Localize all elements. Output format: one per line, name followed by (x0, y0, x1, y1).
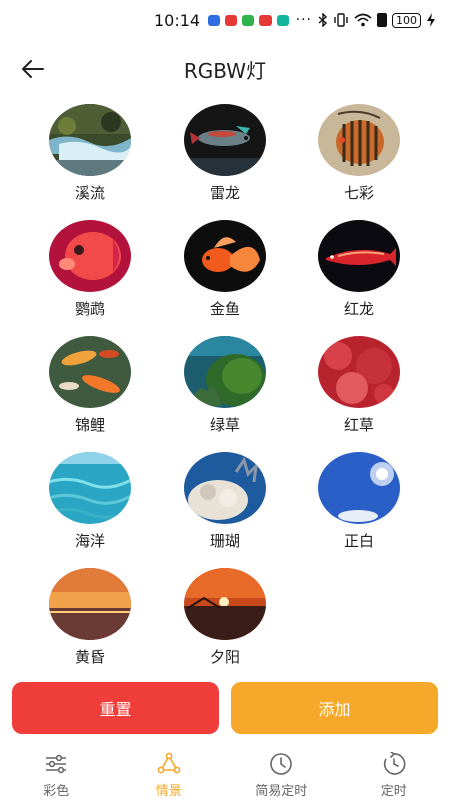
parrot-fish-image (49, 220, 131, 292)
scene-stream[interactable]: 溪流 (25, 104, 155, 214)
tab-label: 简易定时 (255, 784, 308, 799)
scene-label: 正白 (343, 532, 374, 550)
scene-label: 绿草 (209, 416, 240, 434)
scene-label: 七彩 (343, 184, 374, 202)
bottom-nav: 彩色 情景 简易定时 定时 (0, 748, 450, 800)
scene-parrot[interactable]: 鹦鹉 (25, 220, 155, 330)
scene-label: 雷龙 (209, 184, 240, 202)
tab-color[interactable]: 彩色 (0, 748, 113, 800)
reset-button[interactable]: 重置 (12, 682, 219, 734)
tab-label: 情景 (155, 784, 182, 799)
scene-red-grass[interactable]: 红草 (294, 336, 424, 446)
back-arrow-icon (22, 60, 44, 78)
notification-icon (225, 14, 238, 26)
sim-icon (377, 13, 388, 27)
scene-red-dragon[interactable]: 红龙 (294, 220, 424, 330)
scene-label: 珊瑚 (209, 532, 240, 550)
scene-green-grass[interactable]: 绿草 (160, 336, 290, 446)
scene-label: 金鱼 (209, 300, 240, 318)
tab-timer[interactable]: 定时 (338, 748, 450, 800)
notification-icon (242, 14, 255, 26)
red-arowana-image (318, 220, 400, 292)
charging-icon (427, 13, 436, 27)
green-grass-image (184, 336, 266, 408)
scene-koi[interactable]: 锦鲤 (25, 336, 155, 446)
scene-icon (157, 752, 181, 774)
ocean-image (49, 452, 131, 524)
notification-icon (259, 14, 272, 26)
scene-label: 红龙 (343, 300, 374, 318)
tab-label: 彩色 (43, 784, 70, 799)
scene-goldfish[interactable]: 金鱼 (160, 220, 290, 330)
tab-scene[interactable]: 情景 (113, 748, 226, 800)
page-title: RGBW灯 (183, 58, 267, 83)
back-button[interactable] (18, 54, 48, 84)
scene-label: 鹦鹉 (74, 300, 105, 318)
koi-image (49, 336, 131, 408)
status-indicators: 100 (318, 12, 436, 28)
wifi-icon (354, 13, 372, 27)
scene-label: 锦鲤 (74, 416, 105, 434)
scene-label: 海洋 (74, 532, 105, 550)
notification-icon (276, 14, 289, 26)
status-bar: 10:14 ··· 100 (0, 0, 450, 40)
notification-icon (208, 14, 221, 26)
scene-label: 溪流 (74, 184, 105, 202)
red-grass-image (318, 336, 400, 408)
add-button[interactable]: 添加 (231, 682, 438, 734)
fish-image (184, 104, 266, 176)
sun-sky-image (318, 452, 400, 524)
vibrate-icon (334, 13, 348, 27)
header: RGBW灯 (0, 44, 450, 94)
sunset-image (184, 568, 266, 640)
tab-simple-timer[interactable]: 简易定时 (225, 748, 338, 800)
scene-dusk[interactable]: 黄昏 (25, 568, 155, 678)
scene-coral[interactable]: 珊瑚 (160, 452, 290, 562)
scene-pure-white[interactable]: 正白 (294, 452, 424, 562)
goldfish-image (184, 220, 266, 292)
timer-icon (383, 752, 406, 775)
bluetooth-icon (318, 13, 328, 27)
battery-icon: 100 (392, 12, 422, 28)
clock-icon (270, 753, 293, 775)
scene-ocean[interactable]: 海洋 (25, 452, 155, 562)
tab-label: 定时 (380, 784, 407, 799)
scene-label: 黄昏 (74, 648, 105, 666)
scene-label: 红草 (343, 416, 374, 434)
discus-image (318, 104, 400, 176)
scene-sunset[interactable]: 夕阳 (160, 568, 290, 678)
status-time: 10:14 (154, 10, 201, 30)
sliders-icon (46, 754, 67, 774)
scene-label: 夕阳 (209, 648, 240, 666)
scene-thunder-dragon[interactable]: 雷龙 (160, 104, 290, 214)
coral-image (184, 452, 266, 524)
scene-seven-color[interactable]: 七彩 (294, 104, 424, 214)
more-notifications: ··· (295, 12, 313, 28)
stream-image (49, 104, 131, 176)
dusk-image (49, 568, 131, 640)
